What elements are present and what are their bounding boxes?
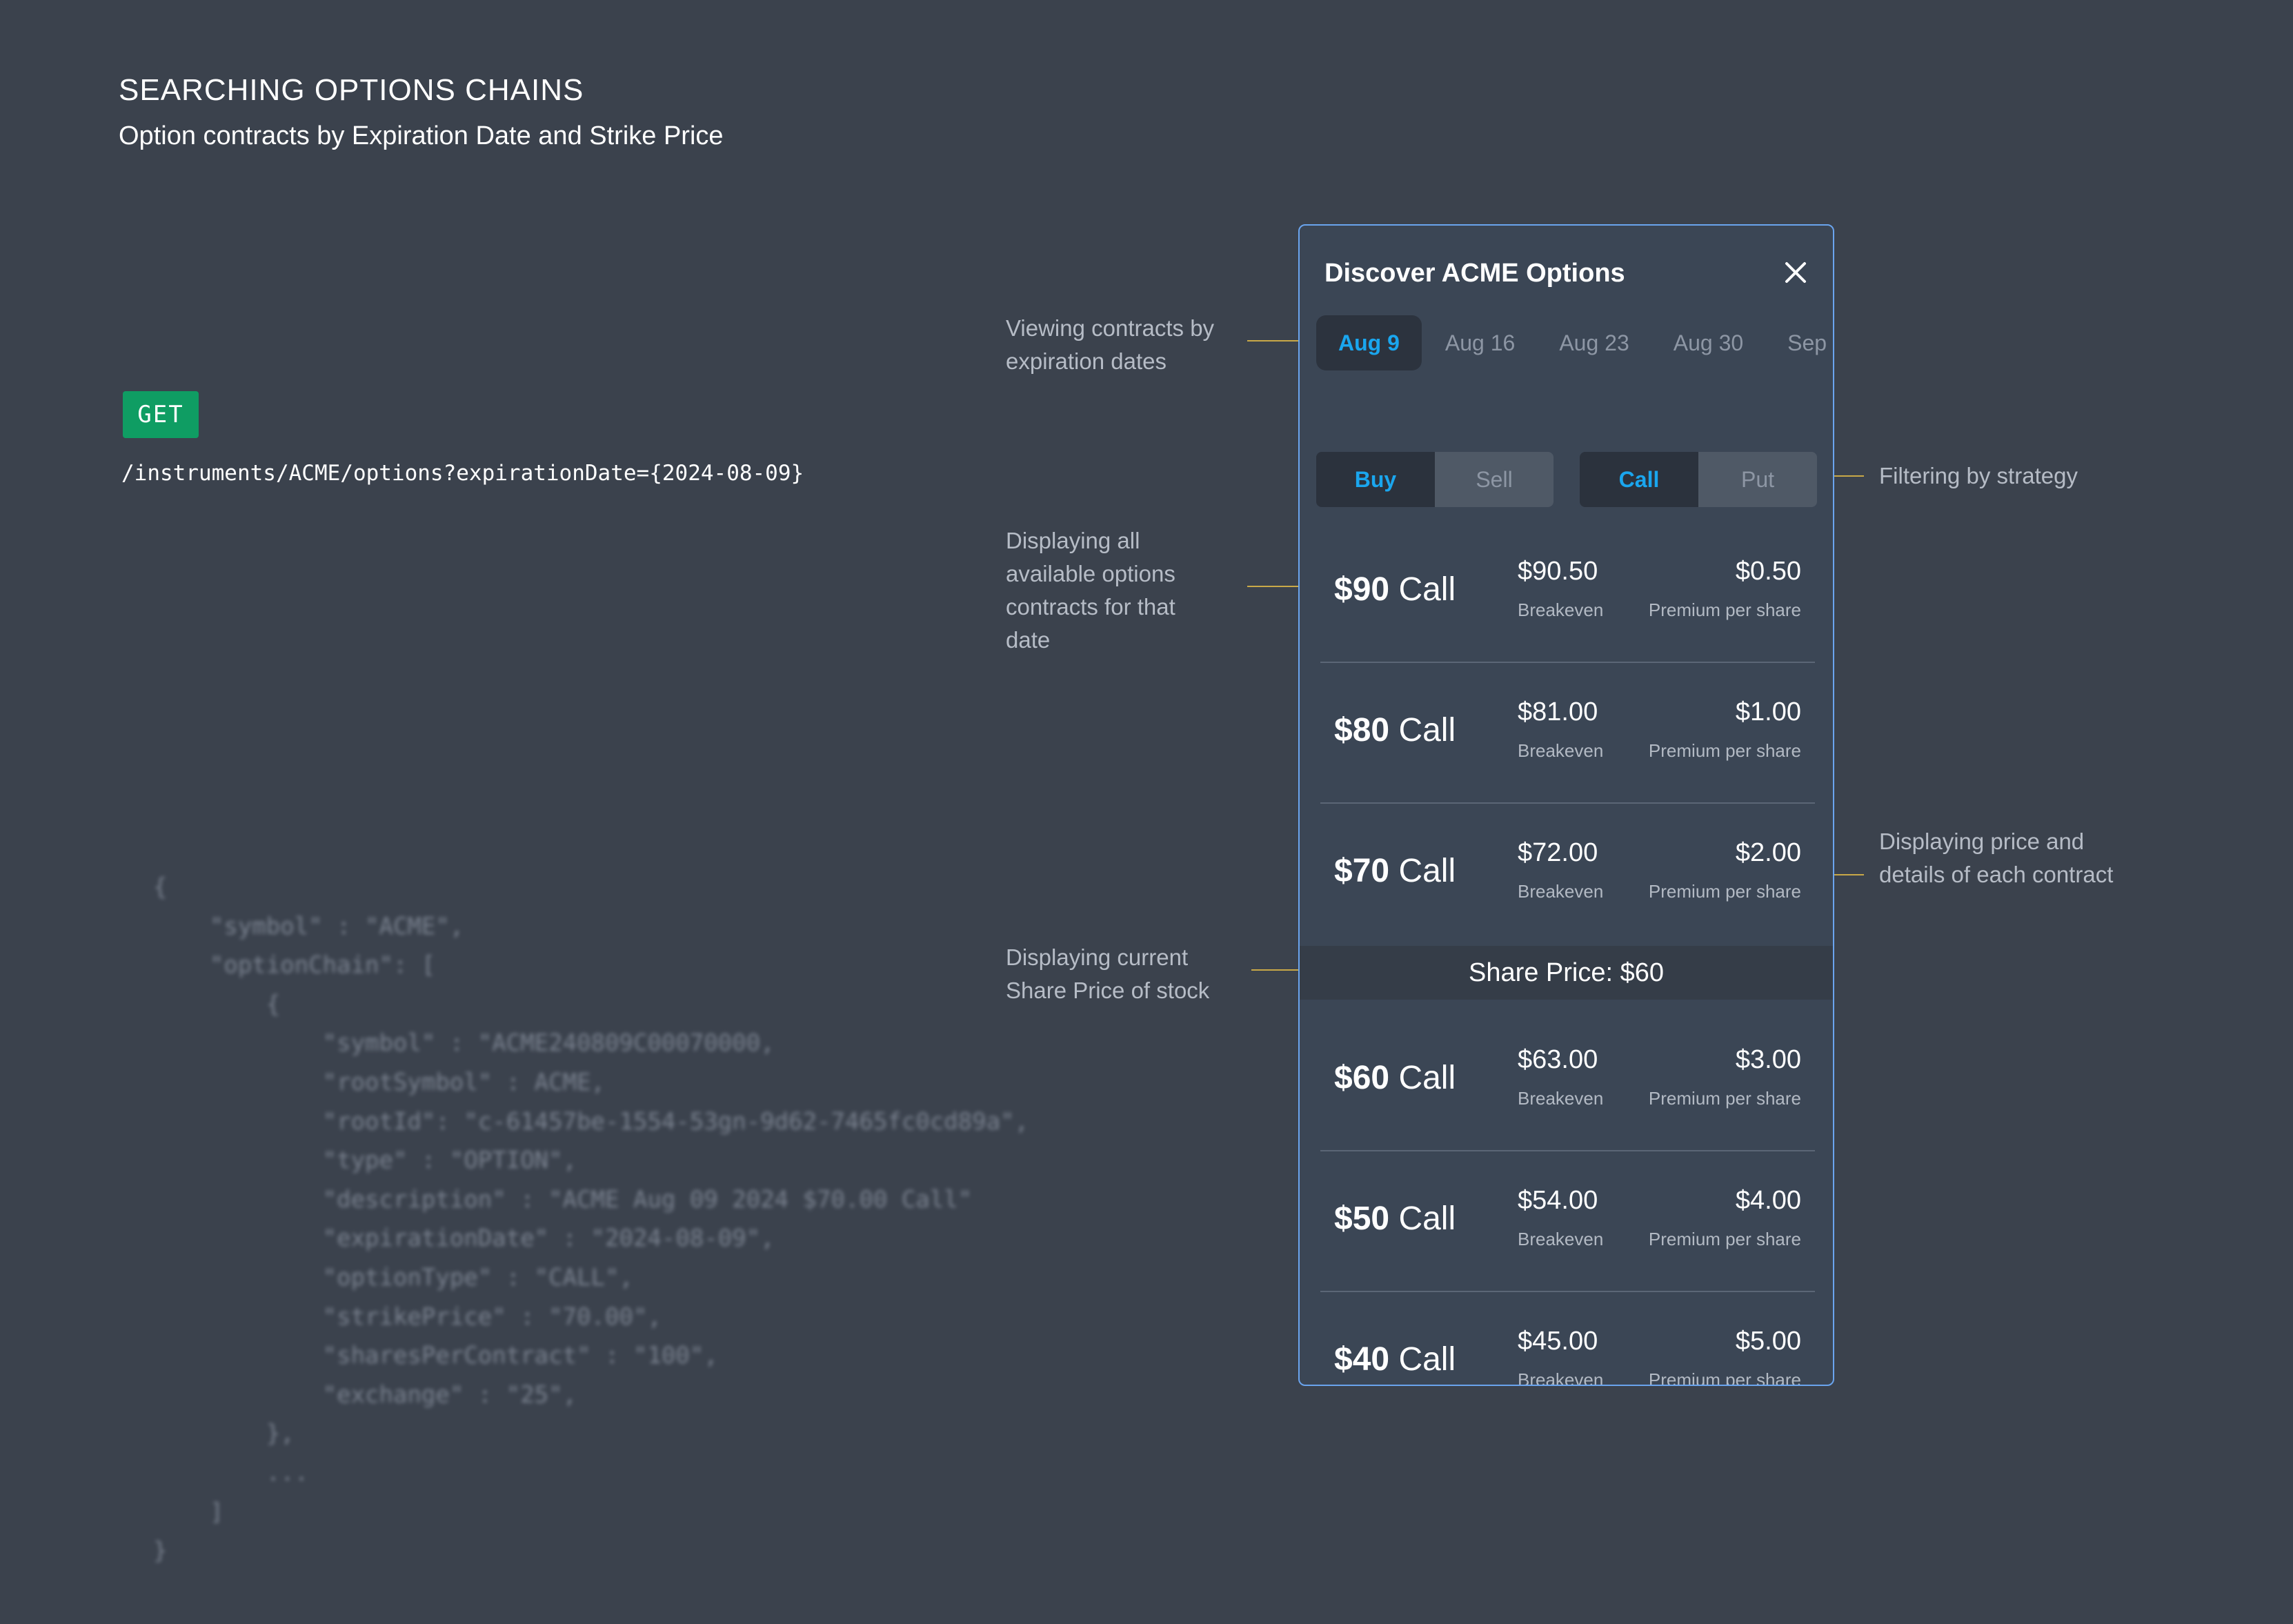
tab-aug-16[interactable]: Aug 16 <box>1423 315 1537 370</box>
strike-label: $80 Call <box>1334 712 1456 749</box>
json-line: "sharesPerContract" : "100", <box>153 1342 718 1370</box>
page-title: SEARCHING OPTIONS CHAINS <box>119 73 584 107</box>
premium-label: Premium per share <box>1648 881 1801 902</box>
breakeven-value: $63.00 <box>1518 1045 1598 1074</box>
breakeven-value: $72.00 <box>1518 838 1598 867</box>
json-line: ... <box>153 1458 309 1487</box>
premium-value: $5.00 <box>1735 1327 1801 1356</box>
call-put-toggle: Call Put <box>1580 452 1817 507</box>
premium-label: Premium per share <box>1648 600 1801 620</box>
strike-label: $40 Call <box>1334 1341 1456 1378</box>
expiration-date-tabs: Aug 9 Aug 16 Aug 23 Aug 30 Sep <box>1316 315 1833 370</box>
premium-label: Premium per share <box>1648 1229 1801 1249</box>
breakeven-label: Breakeven <box>1518 600 1604 620</box>
tab-aug-9[interactable]: Aug 9 <box>1316 315 1422 370</box>
breakeven-label: Breakeven <box>1518 740 1604 761</box>
annotation-share-price: Displaying current Share Price of stock <box>1006 944 1210 1003</box>
close-icon[interactable] <box>1783 260 1808 285</box>
json-line: "symbol" : "ACME240809C00070000, <box>153 1029 775 1058</box>
json-line: "optionType" : "CALL", <box>153 1263 633 1291</box>
json-line: "strikePrice" : "70.00", <box>153 1303 662 1331</box>
annotation-contracts: Displaying all available options contrac… <box>1006 528 1175 653</box>
breakeven-label: Breakeven <box>1518 1088 1604 1109</box>
premium-value: $2.00 <box>1735 838 1801 867</box>
json-line: } <box>153 1537 168 1565</box>
breakeven-label: Breakeven <box>1518 881 1604 902</box>
json-line: { <box>153 873 168 901</box>
premium-value: $4.00 <box>1735 1186 1801 1215</box>
breakeven-value: $45.00 <box>1518 1327 1598 1356</box>
contract-row[interactable]: $60 Call $63.00 Breakeven $3.00 Premium … <box>1320 1011 1815 1151</box>
json-line: "description" : "ACME Aug 09 2024 $70.00… <box>153 1185 973 1214</box>
json-line: "optionChain": [ <box>153 951 436 980</box>
tab-aug-30[interactable]: Aug 30 <box>1651 315 1765 370</box>
contract-row[interactable]: $90 Call $90.50 Breakeven $0.50 Premium … <box>1320 522 1815 663</box>
breakeven-value: $81.00 <box>1518 697 1598 726</box>
premium-label: Premium per share <box>1648 1369 1801 1386</box>
contract-row[interactable]: $70 Call $72.00 Breakeven $2.00 Premium … <box>1320 804 1815 944</box>
breakeven-value: $90.50 <box>1518 557 1598 586</box>
json-line: "symbol" : "ACME", <box>153 912 464 940</box>
call-button[interactable]: Call <box>1580 452 1698 507</box>
panel-title: Discover ACME Options <box>1324 259 1625 288</box>
json-line: "type" : "OPTION", <box>153 1147 577 1175</box>
http-method-badge: GET <box>123 391 199 438</box>
tab-sep[interactable]: Sep <box>1765 315 1833 370</box>
json-line: ] <box>153 1498 224 1526</box>
json-line: "expirationDate" : "2024-08-09", <box>153 1225 775 1253</box>
contract-row[interactable]: $40 Call $45.00 Breakeven $5.00 Premium … <box>1320 1292 1815 1386</box>
options-panel: Discover ACME Options Aug 9 Aug 16 Aug 2… <box>1298 224 1834 1386</box>
annotation-details: Displaying price and details of each con… <box>1879 829 2114 887</box>
json-line: }, <box>153 1420 295 1448</box>
premium-value: $0.50 <box>1735 557 1801 586</box>
premium-label: Premium per share <box>1648 740 1801 761</box>
put-button[interactable]: Put <box>1698 452 1817 507</box>
share-price-banner: Share Price: $60 <box>1300 946 1833 1000</box>
buy-button[interactable]: Buy <box>1316 452 1435 507</box>
json-line: "rootId": "c-61457be-1554-53gn-9d62-7465… <box>153 1107 1029 1136</box>
strike-label: $70 Call <box>1334 853 1456 889</box>
json-line: "rootSymbol" : ACME, <box>153 1068 606 1096</box>
breakeven-label: Breakeven <box>1518 1229 1604 1249</box>
breakeven-label: Breakeven <box>1518 1369 1604 1386</box>
response-json: { "symbol" : "ACME", "optionChain": [ { … <box>153 868 1029 1571</box>
strike-label: $90 Call <box>1334 571 1456 608</box>
contract-row[interactable]: $50 Call $54.00 Breakeven $4.00 Premium … <box>1320 1151 1815 1292</box>
breakeven-value: $54.00 <box>1518 1186 1598 1215</box>
tab-aug-23[interactable]: Aug 23 <box>1537 315 1651 370</box>
sell-button[interactable]: Sell <box>1435 452 1554 507</box>
contract-row[interactable]: $80 Call $81.00 Breakeven $1.00 Premium … <box>1320 663 1815 804</box>
json-line: { <box>153 990 281 1018</box>
premium-value: $1.00 <box>1735 697 1801 726</box>
page-subtitle: Option contracts by Expiration Date and … <box>119 121 724 150</box>
annotation-strategy: Filtering by strategy <box>1879 463 2078 488</box>
premium-value: $3.00 <box>1735 1045 1801 1074</box>
json-line: "exchange" : "25", <box>153 1380 577 1409</box>
buy-sell-toggle: Buy Sell <box>1316 452 1554 507</box>
strike-label: $50 Call <box>1334 1200 1456 1237</box>
endpoint-path: /instruments/ACME/options?expirationDate… <box>121 461 804 486</box>
premium-label: Premium per share <box>1648 1088 1801 1109</box>
annotation-expiration: Viewing contracts by expiration dates <box>1006 315 1215 374</box>
annotation-connector <box>1247 586 1305 587</box>
strike-label: $60 Call <box>1334 1060 1456 1096</box>
annotation-connector <box>1247 340 1305 341</box>
